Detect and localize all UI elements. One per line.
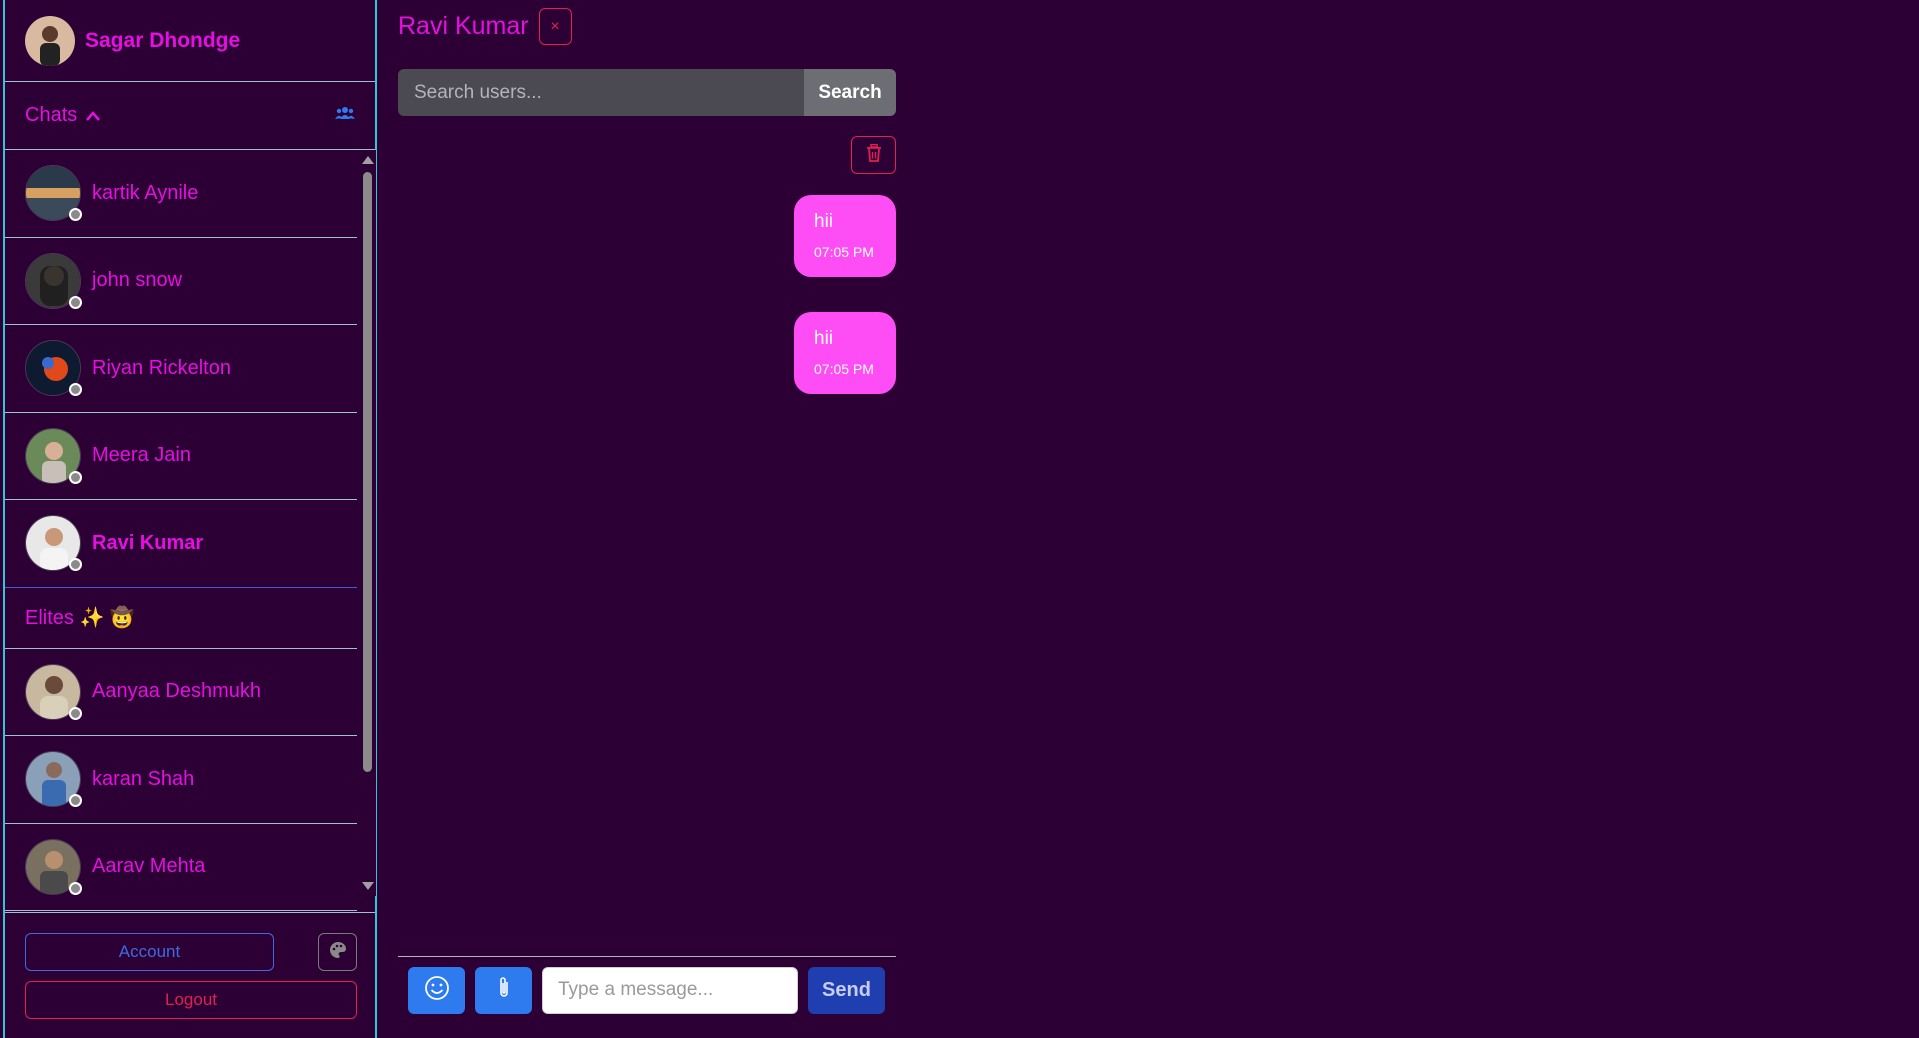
chat-item[interactable]: john snow <box>5 238 357 325</box>
scroll-thumb[interactable] <box>363 172 372 772</box>
contact-name: Aanyaa Deshmukh <box>92 680 261 703</box>
chat-header: Ravi Kumar × <box>398 8 572 45</box>
status-dot <box>69 470 82 484</box>
chat-list: kartik Aynile john snow Riyan Rickelton <box>5 150 357 912</box>
composer-divider <box>398 956 896 957</box>
status-dot <box>69 794 82 807</box>
chats-header: Chats <box>5 82 375 150</box>
search-button[interactable]: Search <box>804 69 896 116</box>
message-time: 07:05 PM <box>814 244 874 260</box>
status-dot <box>69 208 82 221</box>
chat-list-scrollbar[interactable] <box>359 150 376 896</box>
chat-item[interactable]: kartik Aynile <box>5 150 357 238</box>
message-text: hii <box>814 328 834 349</box>
delete-chat-button[interactable] <box>851 136 896 174</box>
contact-name: kartik Aynile <box>92 181 199 204</box>
contact-name: Ravi Kumar <box>92 531 204 554</box>
message-composer: Type a message... Send <box>408 966 886 1014</box>
close-icon: × <box>550 17 560 35</box>
chat-title: Ravi Kumar <box>398 12 529 40</box>
emoji-button[interactable] <box>408 966 465 1014</box>
theme-button[interactable] <box>318 933 357 971</box>
logout-button[interactable]: Logout <box>25 981 357 1019</box>
contact-name: Meera Jain <box>92 444 191 467</box>
chat-item[interactable]: Aanyaa Deshmukh <box>5 649 357 736</box>
send-button[interactable]: Send <box>808 966 885 1014</box>
users-icon[interactable] <box>335 106 355 125</box>
status-dot <box>69 558 82 571</box>
trash-icon <box>866 143 882 167</box>
message-text: hii <box>814 211 834 232</box>
sidebar-footer: Account Logout <box>5 912 375 1038</box>
chat-item[interactable]: Aarav Mehta <box>5 824 357 911</box>
account-button[interactable]: Account <box>25 933 274 971</box>
chat-list-container: kartik Aynile john snow Riyan Rickelton <box>5 150 376 912</box>
palette-icon <box>329 941 347 964</box>
sidebar: Sagar Dhondge Chats kartik Aynile john s… <box>3 0 377 1038</box>
scroll-up-arrow-icon[interactable] <box>362 156 374 164</box>
status-dot <box>69 383 82 396</box>
search-bar: Search users... Search <box>398 69 896 116</box>
status-dot <box>69 706 82 720</box>
chat-item-active[interactable]: Ravi Kumar <box>5 500 357 588</box>
chevron-up-icon <box>85 110 101 122</box>
message-input[interactable]: Type a message... <box>542 966 798 1014</box>
contact-name: karan Shah <box>92 767 195 790</box>
paperclip-icon <box>496 976 512 1005</box>
chat-item[interactable]: Meera Jain <box>5 413 357 500</box>
scroll-down-arrow-icon[interactable] <box>362 882 374 890</box>
close-chat-button[interactable]: × <box>538 8 572 45</box>
contact-name: Aarav Mehta <box>92 855 206 878</box>
user-avatar <box>25 15 75 66</box>
chat-item[interactable]: Riyan Rickelton <box>5 325 357 413</box>
message-time: 07:05 PM <box>814 361 874 377</box>
chat-panel: Ravi Kumar × Search users... Search hii … <box>398 0 896 1038</box>
group-item[interactable]: Elites ✨ 🤠 <box>5 588 357 649</box>
smiley-icon <box>424 975 450 1006</box>
group-name: Elites ✨ 🤠 <box>25 607 135 629</box>
chats-toggle[interactable]: Chats <box>25 104 101 127</box>
search-input[interactable]: Search users... <box>398 69 804 116</box>
chat-item[interactable]: karan Shah <box>5 736 357 824</box>
message-bubble: hii 07:05 PM <box>794 312 896 394</box>
chats-title: Chats <box>25 104 78 126</box>
message-bubble: hii 07:05 PM <box>794 195 896 277</box>
current-user-name: Sagar Dhondge <box>85 28 241 52</box>
attach-button[interactable] <box>475 966 532 1014</box>
status-dot <box>69 295 82 309</box>
current-user-profile[interactable]: Sagar Dhondge <box>5 0 375 82</box>
status-dot <box>69 881 82 895</box>
contact-name: john snow <box>92 269 183 292</box>
contact-name: Riyan Rickelton <box>92 356 231 379</box>
